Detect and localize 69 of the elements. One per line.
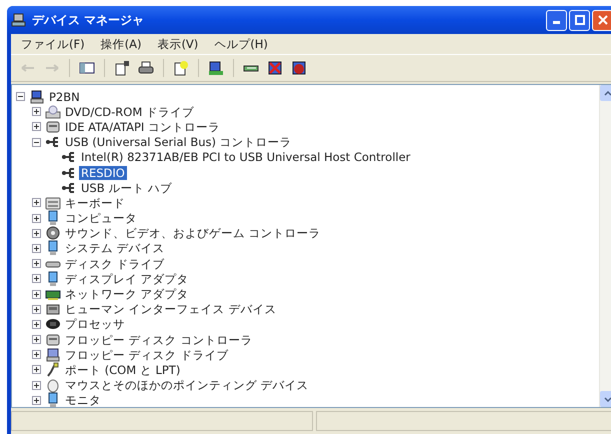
tree-item[interactable]: フロッピー ディスク ドライブ: [63, 348, 230, 362]
keyboard-icon: [45, 194, 61, 211]
tree-item[interactable]: USB (Universal Serial Bus) コントローラ: [63, 135, 294, 150]
mouse-icon: [45, 377, 61, 394]
menu-item[interactable]: ヘルプ(H): [208, 36, 274, 52]
tree-item[interactable]: DVD/CD-ROM ドライブ: [63, 104, 196, 119]
tree-item[interactable]: ディスプレイ アダプタ: [63, 272, 191, 286]
expand-toggle[interactable]: [32, 350, 41, 360]
scroll-down-icon[interactable]: [604, 396, 611, 402]
disc-drive-icon: [45, 104, 61, 120]
disable-icon[interactable]: [291, 60, 307, 76]
close-button[interactable]: [592, 10, 611, 30]
expand-toggle[interactable]: [32, 304, 41, 314]
tree-item[interactable]: IDE ATA/ATAPI コントローラ: [63, 120, 222, 134]
console-tree-icon[interactable]: [79, 60, 95, 76]
tree-item[interactable]: ディスク ドライブ: [63, 256, 167, 271]
controller-icon: [45, 118, 61, 135]
expand-toggle[interactable]: [32, 107, 41, 116]
collapse-toggle[interactable]: [16, 92, 25, 102]
computer-icon: [29, 88, 45, 105]
tree-item[interactable]: ヒューマン インターフェイス デバイス: [63, 302, 278, 316]
tree-item[interactable]: サウンド、ビデオ、およびゲーム コントローラ: [63, 226, 323, 240]
scan-icon[interactable]: [208, 60, 224, 76]
expand-toggle[interactable]: [32, 396, 41, 405]
tree-item[interactable]: RESDIO: [79, 166, 127, 180]
expand-toggle[interactable]: [32, 380, 41, 390]
help-icon[interactable]: [173, 60, 189, 76]
expand-toggle[interactable]: [32, 122, 41, 132]
tree-item[interactable]: マウスとそのほかのポインティング デバイス: [63, 378, 311, 392]
tree-item[interactable]: Intel(R) 82371AB/EB PCI to USB Universal Host Controller: [79, 150, 412, 164]
expand-toggle[interactable]: [32, 290, 41, 299]
scroll-up-icon[interactable]: [604, 90, 611, 96]
window-title: デバイス マネージャ: [32, 12, 146, 28]
close-icon: [598, 15, 608, 25]
collapse-toggle[interactable]: [32, 138, 41, 147]
expand-toggle[interactable]: [32, 320, 41, 329]
expand-toggle[interactable]: [32, 244, 41, 253]
tree-item[interactable]: フロッピー ディスク コントローラ: [63, 332, 254, 347]
minimize-button[interactable]: [546, 10, 567, 30]
tree-item[interactable]: プロセッサ: [63, 317, 127, 332]
menu-item[interactable]: ファイル(F): [15, 36, 91, 52]
menu-item[interactable]: 表示(V): [151, 36, 204, 52]
expand-toggle[interactable]: [32, 259, 41, 268]
menu-item[interactable]: 操作(A): [94, 36, 148, 52]
maximize-button[interactable]: [569, 10, 590, 30]
speaker-icon: [45, 225, 61, 242]
expand-toggle[interactable]: [32, 274, 41, 284]
tree-item[interactable]: ポート (COM と LPT): [63, 362, 182, 377]
tree-item[interactable]: キーボード: [63, 196, 127, 210]
tree-item[interactable]: P2BN: [47, 90, 82, 104]
expand-toggle[interactable]: [32, 198, 41, 208]
plug-icon: [45, 362, 61, 378]
uninstall-icon[interactable]: [267, 60, 283, 76]
floppy-drive-icon: [45, 346, 61, 363]
expand-toggle[interactable]: [32, 335, 41, 344]
tree-item[interactable]: USB ルート ハブ: [79, 180, 174, 195]
tree-item[interactable]: システム デバイス: [63, 241, 167, 256]
tree-item[interactable]: ネットワーク アダプタ: [63, 287, 191, 302]
expand-toggle[interactable]: [32, 228, 41, 238]
properties-icon[interactable]: [114, 60, 130, 76]
expand-toggle[interactable]: [32, 214, 41, 223]
scrollbar[interactable]: [599, 85, 611, 407]
maximize-icon: [574, 15, 584, 25]
print-icon[interactable]: [138, 60, 154, 76]
tree-item[interactable]: コンピュータ: [63, 211, 139, 226]
controller-icon: [45, 332, 61, 348]
expand-toggle[interactable]: [32, 365, 41, 374]
tree-item[interactable]: モニタ: [63, 393, 103, 407]
device-manager-icon: [11, 12, 27, 28]
